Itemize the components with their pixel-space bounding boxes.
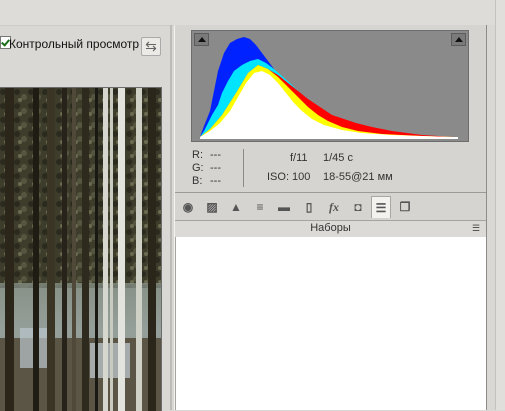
presets-list[interactable] [175, 237, 487, 410]
presets-header: Наборы ☰ [175, 220, 486, 238]
r-value: --- [210, 149, 221, 161]
presets-title: Наборы [310, 222, 351, 234]
top-bar [0, 0, 505, 25]
presets-tool-icon[interactable]: ☰ [371, 196, 391, 218]
info-separator [243, 149, 244, 187]
camera-calibration-tool-icon[interactable]: ◘ [348, 196, 368, 218]
shutter-value: 1/45 с [323, 152, 353, 164]
histogram [191, 30, 469, 142]
histogram-graph [200, 37, 458, 139]
swap-button[interactable]: ⇆ [141, 37, 161, 56]
shadow-clipping-warning-button[interactable] [194, 33, 209, 46]
panel-divider [175, 192, 486, 193]
panel-tabs: ◉ ▨ ▲ ≡ ▬ ▯ fx ◘ ☰ ❐ [178, 196, 484, 220]
basic-tool-icon[interactable]: ◉ [178, 196, 198, 218]
lens-value: 18-55@21 мм [323, 171, 393, 183]
panel-menu-icon[interactable]: ☰ [472, 223, 482, 233]
split-toning-tool-icon[interactable]: ▬ [274, 196, 294, 218]
swap-arrows-icon: ⇆ [145, 38, 157, 54]
image-preview[interactable] [0, 87, 162, 411]
hsl-tool-icon[interactable]: ≡ [250, 196, 270, 218]
g-value: --- [210, 162, 221, 174]
highlight-clipping-warning-button[interactable] [451, 33, 466, 46]
effects-tool-icon[interactable]: fx [324, 196, 344, 218]
iso-value: ISO: 100 [267, 171, 311, 183]
b-label: B: [192, 175, 203, 187]
aperture-value: f/11 [290, 152, 308, 164]
tone-curve-tool-icon[interactable]: ▨ [202, 196, 222, 218]
lens-corrections-tool-icon[interactable]: ▯ [299, 196, 319, 218]
r-label: R: [192, 149, 203, 161]
window-frame-right [495, 0, 505, 410]
g-label: G: [192, 162, 204, 174]
b-value: --- [210, 175, 221, 187]
forest-photo [0, 88, 161, 411]
preview-checkbox-label[interactable]: Контрольный просмотр [9, 37, 139, 51]
snapshots-tool-icon[interactable]: ❐ [395, 196, 415, 218]
panel-splitter[interactable] [170, 25, 172, 410]
detail-tool-icon[interactable]: ▲ [226, 196, 246, 218]
